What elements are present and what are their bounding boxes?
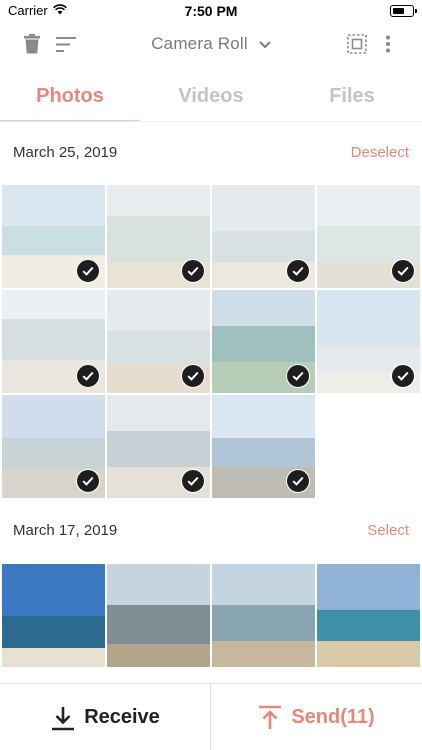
section-date: March 25, 2019 <box>13 144 118 161</box>
photo-thumbnail[interactable] <box>317 185 420 288</box>
bottom-action-bar: Receive Send(11) <box>0 683 422 750</box>
checkmark-icon[interactable] <box>286 469 310 493</box>
photo-thumbnail[interactable] <box>2 185 105 288</box>
checkmark-icon[interactable] <box>76 364 100 388</box>
battery-icon <box>390 5 417 17</box>
tabs-divider <box>0 121 422 122</box>
photo-grid <box>2 185 420 498</box>
more-vertical-icon[interactable] <box>376 32 400 56</box>
status-bar: Carrier 7:50 PM <box>0 0 422 22</box>
section-date: March 17, 2019 <box>13 522 118 539</box>
checkmark-icon[interactable] <box>76 469 100 493</box>
photo-thumbnail[interactable] <box>212 290 315 393</box>
receive-label: Receive <box>84 706 160 728</box>
checkmark-icon[interactable] <box>286 364 310 388</box>
receive-button[interactable]: Receive <box>0 684 210 750</box>
checkmark-icon[interactable] <box>181 469 205 493</box>
checkmark-icon[interactable] <box>286 259 310 283</box>
photo-thumbnail[interactable] <box>2 395 105 498</box>
photo-thumbnail[interactable] <box>107 564 210 667</box>
photo-thumbnail[interactable] <box>212 185 315 288</box>
album-title: Camera Roll <box>151 34 248 53</box>
tab-files[interactable]: Files <box>282 70 422 122</box>
checkmark-icon[interactable] <box>181 259 205 283</box>
photo-thumbnail[interactable] <box>107 185 210 288</box>
checkmark-icon[interactable] <box>391 259 415 283</box>
section-header: March 25, 2019 Deselect <box>0 128 422 178</box>
deselect-button[interactable]: Deselect <box>351 144 409 161</box>
checkmark-icon[interactable] <box>181 364 205 388</box>
photo-grid <box>2 564 420 683</box>
send-label: Send(11) <box>291 706 375 728</box>
select-all-icon[interactable] <box>345 32 369 56</box>
toolbar: Camera Roll <box>0 24 422 64</box>
tab-videos[interactable]: Videos <box>141 70 281 122</box>
photo-thumbnail[interactable] <box>212 395 315 498</box>
photo-thumbnail[interactable] <box>2 564 105 667</box>
upload-icon <box>259 705 282 729</box>
select-button[interactable]: Select <box>367 522 409 539</box>
section-header: March 17, 2019 Select <box>0 506 422 556</box>
photo-thumbnail[interactable] <box>317 564 420 667</box>
media-tabs: Photos Videos Files <box>0 70 422 122</box>
photo-thumbnail[interactable] <box>2 290 105 393</box>
photo-thumbnail[interactable] <box>107 395 210 498</box>
clock: 7:50 PM <box>184 3 238 19</box>
photo-thumbnail[interactable] <box>212 564 315 667</box>
checkmark-icon[interactable] <box>391 364 415 388</box>
chevron-down-icon <box>259 40 271 48</box>
download-icon <box>52 706 75 730</box>
send-button[interactable]: Send(11) <box>211 684 421 750</box>
tab-photos[interactable]: Photos <box>0 70 140 122</box>
photo-thumbnail[interactable] <box>317 290 420 393</box>
checkmark-icon[interactable] <box>76 259 100 283</box>
photo-thumbnail[interactable] <box>107 290 210 393</box>
